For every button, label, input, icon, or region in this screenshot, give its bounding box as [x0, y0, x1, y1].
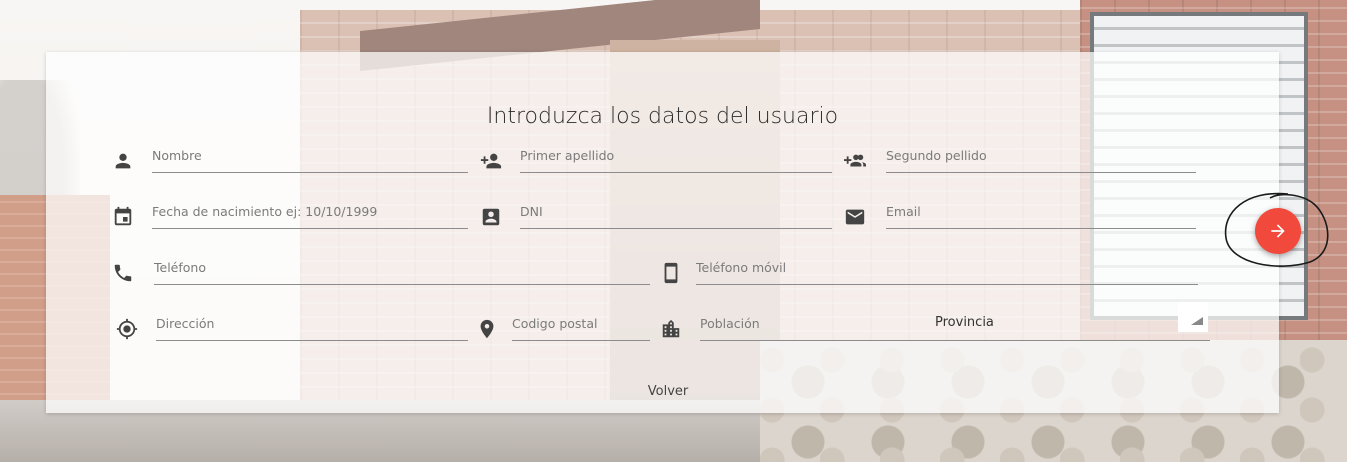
- codigo-postal-input[interactable]: Codigo postal: [512, 316, 597, 331]
- back-button[interactable]: Volver: [630, 384, 706, 399]
- direccion-input[interactable]: Dirección: [156, 316, 214, 331]
- provincia-select-underline: [912, 340, 1210, 341]
- location-pin-icon: [480, 319, 494, 339]
- phone-icon: [114, 264, 132, 282]
- arrow-right-icon: [1271, 224, 1285, 238]
- calendar-icon: [114, 206, 132, 226]
- dni-input[interactable]: DNI: [520, 204, 543, 219]
- form-title: Introduzca los datos del usuario: [486, 104, 839, 129]
- group-add-icon: [844, 154, 866, 167]
- next-button[interactable]: [1255, 208, 1301, 254]
- segundo-apellido-input[interactable]: Segundo pellido: [886, 148, 987, 163]
- email-input[interactable]: Email: [886, 204, 921, 219]
- provincia-label: Provincia: [935, 315, 994, 330]
- person-add-icon: [480, 153, 502, 169]
- person-icon: [115, 153, 131, 169]
- poblacion-input[interactable]: Población: [700, 316, 760, 331]
- mail-icon: [845, 209, 865, 225]
- user-form-card: Introduzca los datos del usuario Nombre …: [46, 52, 1279, 413]
- telefono-input[interactable]: Teléfono: [154, 260, 206, 275]
- nombre-input[interactable]: Nombre: [152, 148, 202, 163]
- id-card-icon: [482, 208, 500, 226]
- smartphone-icon: [664, 262, 678, 284]
- telefono-movil-input[interactable]: Teléfono móvil: [696, 260, 786, 275]
- fecha-nacimiento-input[interactable]: Fecha de nacimiento ej: 10/10/1999: [152, 204, 377, 219]
- city-icon: [662, 319, 680, 338]
- provincia-dropdown[interactable]: [1178, 302, 1208, 332]
- gps-target-icon: [116, 318, 138, 340]
- primer-apellido-input[interactable]: Primer apellido: [520, 148, 614, 163]
